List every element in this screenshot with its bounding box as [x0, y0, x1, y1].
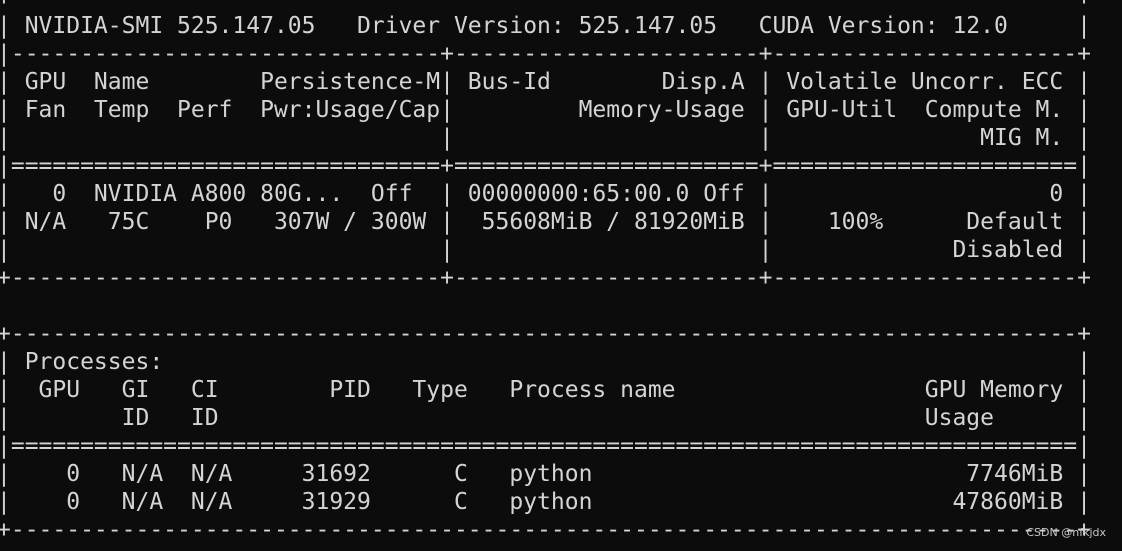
terminal-line: +---------------------------------------…: [0, 517, 1091, 543]
terminal-output: +---------------------------------------…: [0, 0, 1091, 544]
terminal-line: | | | MIG M. |: [0, 125, 1091, 151]
terminal-line: | | | Disabled |: [0, 237, 1091, 263]
terminal-line: |-------------------------------+-------…: [0, 41, 1091, 67]
terminal-line: +-------------------------------+-------…: [0, 265, 1091, 291]
terminal-line: +---------------------------------------…: [0, 321, 1091, 347]
terminal-line: | 0 NVIDIA A800 80G... Off | 00000000:65…: [0, 181, 1091, 207]
terminal-line: |=======================================…: [0, 433, 1091, 459]
terminal-line: | 0 N/A N/A 31929 C python 47860MiB |: [0, 489, 1091, 515]
csdn-watermark: CSDN @nfkjdx: [1026, 526, 1106, 539]
terminal-line: |===============================+=======…: [0, 153, 1091, 179]
terminal-line: | GPU GI CI PID Type Process name GPU Me…: [0, 377, 1091, 403]
terminal-line: +---------------------------------------…: [0, 0, 1091, 12]
terminal-line: | ID ID Usage |: [0, 405, 1091, 431]
terminal-line: | 0 N/A N/A 31692 C python 7746MiB |: [0, 461, 1091, 487]
terminal-line: | Fan Temp Perf Pwr:Usage/Cap| Memory-Us…: [0, 97, 1091, 123]
terminal-line: | NVIDIA-SMI 525.147.05 Driver Version: …: [0, 13, 1091, 39]
terminal-line: | GPU Name Persistence-M| Bus-Id Disp.A …: [0, 69, 1091, 95]
terminal-line: | N/A 75C P0 307W / 300W | 55608MiB / 81…: [0, 209, 1091, 235]
terminal-line: | Processes: |: [0, 349, 1091, 375]
